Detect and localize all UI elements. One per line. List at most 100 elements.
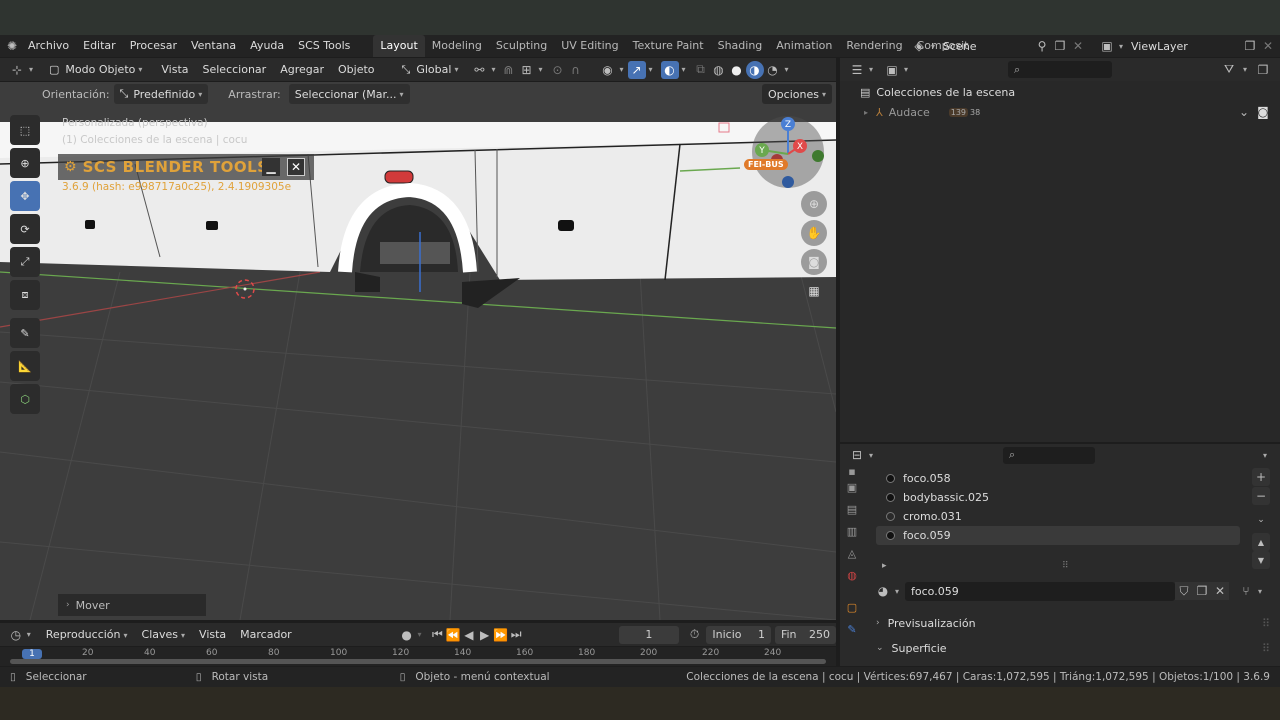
proportional-edit-icon[interactable]: ⊙: [548, 61, 566, 79]
slot-menu-icon[interactable]: ⌄: [1252, 511, 1270, 529]
rotate-icon[interactable]: ⟳: [10, 214, 40, 244]
add-cube-icon[interactable]: ⬡: [10, 384, 40, 414]
drag-dropdown[interactable]: Seleccionar (Mar... ▾: [288, 84, 410, 104]
menu-scs-tools[interactable]: SCS Tools: [291, 35, 357, 57]
menu-archivo[interactable]: Archivo: [21, 35, 76, 57]
list-expand-icon[interactable]: ▸: [882, 561, 887, 571]
last-operator-panel[interactable]: › Mover: [58, 594, 206, 616]
view-layer-name[interactable]: ViewLayer: [1131, 40, 1241, 53]
world-tab-icon[interactable]: ◍: [842, 564, 862, 586]
timeline-menu-3[interactable]: Vista: [192, 624, 233, 646]
prev-key-icon[interactable]: ⏪: [445, 626, 461, 644]
shading-wireframe-icon[interactable]: ◍: [710, 61, 728, 79]
unlink-material-icon[interactable]: ✕: [1211, 582, 1230, 600]
close-panel-icon[interactable]: ✕: [287, 158, 305, 176]
menu-ventana[interactable]: Ventana: [184, 35, 243, 57]
pin-icon[interactable]: ⚲: [1033, 37, 1051, 55]
properties-options-icon[interactable]: ▾: [1263, 451, 1267, 460]
jump-end-icon[interactable]: ⏭: [508, 626, 524, 644]
play-icon[interactable]: ▶: [477, 626, 493, 644]
options-dropdown[interactable]: Opciones ▾: [762, 84, 832, 104]
scale-icon[interactable]: ⤢: [10, 247, 40, 277]
outliner-root[interactable]: ▤ Colecciones de la escena: [840, 82, 1280, 102]
annotate-icon[interactable]: ✎: [10, 318, 40, 348]
render-tab-icon[interactable]: ▣: [842, 476, 862, 498]
new-scene-icon[interactable]: ❐: [1051, 37, 1069, 55]
viewport-menu-seleccionar[interactable]: Seleccionar: [196, 59, 274, 81]
timeline-scrollbar[interactable]: [10, 659, 826, 664]
list-scroll-handle[interactable]: ⠿: [1062, 561, 1069, 571]
timeline-menu-1[interactable]: Reproducción ▾: [39, 624, 135, 646]
scene-name[interactable]: Scene: [943, 40, 1033, 53]
render-camera-icon[interactable]: ◙: [1254, 103, 1272, 121]
panel-surface[interactable]: ⌄ Superficie ⠿: [876, 637, 1270, 659]
material-slot[interactable]: foco.058: [876, 469, 1240, 488]
measure-icon[interactable]: 📐: [10, 351, 40, 381]
timeline-editor-icon[interactable]: ◷: [8, 626, 24, 644]
add-slot-icon[interactable]: +: [1252, 468, 1270, 486]
transform-orientation-dropdown[interactable]: ⤡ Global ▾: [396, 60, 465, 80]
xray-icon[interactable]: ⧉: [692, 61, 710, 79]
tool-tab-icon[interactable]: ▪: [842, 465, 862, 478]
fake-user-icon[interactable]: ⛉: [1175, 582, 1194, 600]
pivot-icon[interactable]: ⚯: [470, 61, 488, 79]
new-collection-icon[interactable]: ❐: [1254, 61, 1272, 79]
tab-uv-editing[interactable]: UV Editing: [554, 35, 625, 57]
viewport-menu-objeto[interactable]: Objeto: [331, 59, 382, 81]
menu-ayuda[interactable]: Ayuda: [243, 35, 291, 57]
output-tab-icon[interactable]: ▤: [842, 498, 862, 520]
start-frame-field[interactable]: Inicio 1: [706, 625, 771, 644]
material-slot[interactable]: foco.059: [876, 526, 1240, 545]
remove-slot-icon[interactable]: −: [1252, 487, 1270, 505]
jump-start-icon[interactable]: ⏮: [429, 626, 445, 644]
tab-shading[interactable]: Shading: [711, 35, 770, 57]
pan-hand-icon[interactable]: ✋: [801, 220, 827, 246]
object-tab-icon[interactable]: ▢: [842, 596, 862, 618]
mode-dropdown[interactable]: ▢ Modo Objeto ▾: [43, 60, 148, 80]
shading-material-icon[interactable]: ◑: [745, 60, 764, 79]
outliner-item-audace[interactable]: ▸ ⅄ Audace 139 38 ⌄ ◙: [840, 102, 1280, 122]
editor-type-icon[interactable]: ⊹: [8, 61, 26, 79]
tab-rendering[interactable]: Rendering: [839, 35, 909, 57]
properties-search[interactable]: ⌕: [1003, 446, 1096, 464]
material-slot[interactable]: cromo.031: [876, 507, 1240, 526]
material-browse-icon[interactable]: ◕: [874, 582, 892, 600]
tab-animation[interactable]: Animation: [769, 35, 839, 57]
close-view-layer-icon[interactable]: ✕: [1259, 37, 1277, 55]
minimize-icon[interactable]: ▁: [262, 158, 280, 176]
outliner-editor-icon[interactable]: ☰: [848, 61, 866, 79]
modifier-tab-icon[interactable]: ✎: [842, 618, 862, 640]
filter-icon[interactable]: ⛛: [1220, 61, 1238, 79]
record-icon[interactable]: ●: [399, 626, 415, 644]
material-slot[interactable]: bodybassic.025: [876, 488, 1240, 507]
overlays-toggle-icon[interactable]: ◐: [660, 60, 679, 79]
play-reverse-icon[interactable]: ◀: [461, 626, 477, 644]
falloff-icon[interactable]: ∩: [566, 61, 584, 79]
next-key-icon[interactable]: ⏩: [493, 626, 509, 644]
viewport-menu-agregar[interactable]: Agregar: [273, 59, 331, 81]
snap-icon[interactable]: ⋒: [499, 61, 517, 79]
scene-icon[interactable]: ◈: [910, 37, 928, 55]
end-frame-field[interactable]: Fin 250: [774, 625, 836, 644]
move-icon[interactable]: ✥: [10, 181, 40, 211]
orientation-dropdown[interactable]: ⤡ Predefinido ▾: [113, 84, 209, 104]
timeline-menu-4[interactable]: Marcador: [233, 624, 299, 646]
playhead[interactable]: 1: [22, 649, 42, 659]
blender-logo-icon[interactable]: ✺: [3, 37, 21, 55]
view-layer-icon[interactable]: ▣: [1098, 37, 1116, 55]
visibility-icon[interactable]: ◉: [598, 61, 616, 79]
node-link-icon[interactable]: ⑂: [1237, 582, 1255, 600]
new-view-layer-icon[interactable]: ❐: [1241, 37, 1259, 55]
shading-solid-icon[interactable]: ●: [728, 61, 746, 79]
snap-target-icon[interactable]: ⊞: [517, 61, 535, 79]
tab-modeling[interactable]: Modeling: [425, 35, 489, 57]
close-scene-icon[interactable]: ✕: [1069, 37, 1087, 55]
tab-texture-paint[interactable]: Texture Paint: [626, 35, 711, 57]
scene-tab-icon[interactable]: ◬: [842, 542, 862, 564]
gizmo-toggle-icon[interactable]: ↗: [627, 60, 646, 79]
shading-rendered-icon[interactable]: ◔: [764, 61, 782, 79]
select-box-icon[interactable]: ⬚: [10, 115, 40, 145]
move-up-icon[interactable]: ▲: [1252, 533, 1270, 551]
menu-editar[interactable]: Editar: [76, 35, 123, 57]
stopwatch-icon[interactable]: ⏱: [687, 626, 703, 644]
